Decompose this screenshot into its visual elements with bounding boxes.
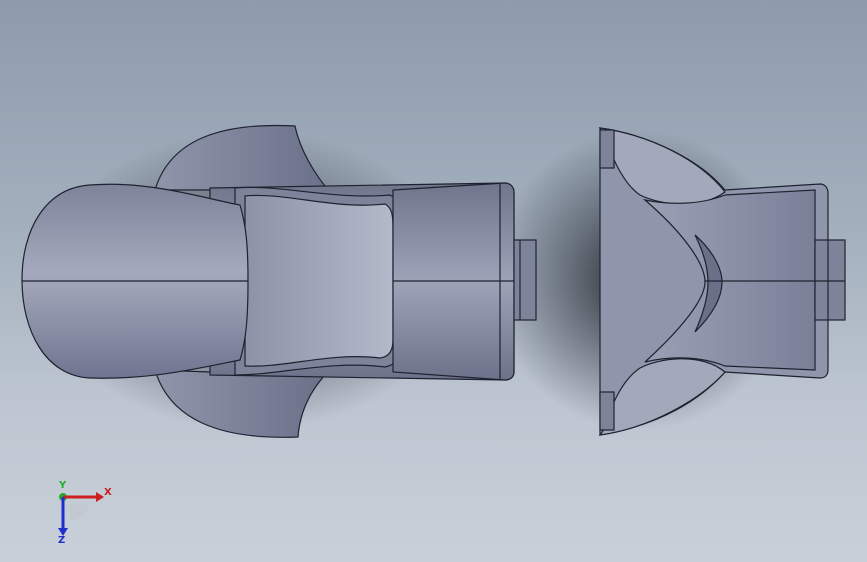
right-stub	[814, 239, 846, 321]
triad-x-label: X	[104, 487, 112, 498]
right-top-tab	[599, 129, 615, 169]
left-bottom-wing	[154, 369, 330, 438]
triad-x-head	[96, 492, 104, 502]
right-bottom-tab	[599, 391, 615, 431]
left-part[interactable]	[21, 124, 537, 438]
left-stub	[513, 239, 537, 321]
triad-y-label: Y	[59, 480, 67, 491]
left-opening-interior	[244, 194, 394, 367]
triad-z-label: Z	[58, 535, 66, 546]
axis-triad	[58, 492, 104, 536]
cad-viewport[interactable]	[0, 0, 867, 562]
triad-plane	[70, 504, 88, 520]
